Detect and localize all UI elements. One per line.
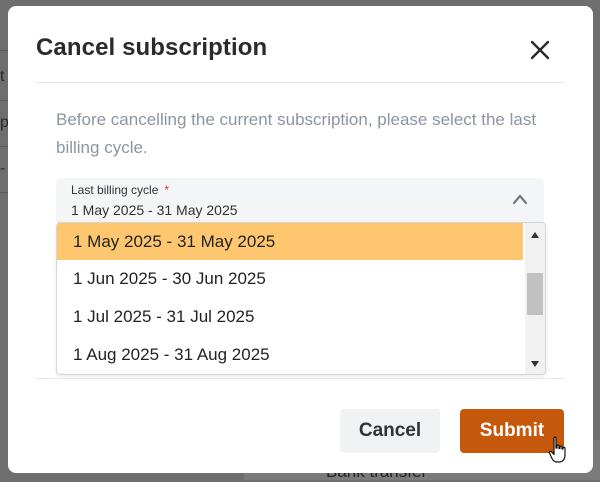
cancel-button[interactable]: Cancel: [340, 409, 440, 453]
cancel-subscription-dialog: Cancel subscription Before cancelling th…: [8, 6, 593, 473]
background-divider: [0, 146, 8, 147]
select-label: Last billing cycle: [71, 183, 159, 197]
hand-pointer-cursor-icon: [548, 436, 566, 463]
dialog-header: Cancel subscription: [8, 6, 593, 82]
select-value: 1 May 2025 - 31 May 2025: [71, 202, 238, 218]
required-mark: *: [164, 183, 170, 197]
background-divider: [0, 192, 8, 193]
billing-cycle-dropdown: 1 May 2025 - 31 May 2025 1 Jun 2025 - 30…: [56, 222, 546, 375]
footer-divider: [36, 378, 565, 379]
header-divider: [36, 82, 565, 83]
background-divider: [0, 50, 8, 51]
dialog-title: Cancel subscription: [36, 34, 268, 61]
select-label-row: Last billing cycle *: [71, 183, 169, 197]
dropdown-scrollbar[interactable]: [525, 223, 545, 374]
close-button[interactable]: [526, 36, 554, 64]
scrollbar-thumb[interactable]: [527, 273, 543, 315]
dropdown-option[interactable]: 1 May 2025 - 31 May 2025: [57, 223, 523, 260]
dropdown-option[interactable]: 1 Aug 2025 - 31 Aug 2025: [57, 336, 523, 373]
background-text-fragment: t: [0, 68, 5, 85]
dropdown-option[interactable]: 1 Jul 2025 - 31 Jul 2025: [57, 298, 523, 335]
background-text-fragment: -: [0, 160, 6, 177]
scroll-down-arrow-icon[interactable]: [530, 359, 540, 369]
billing-cycle-select[interactable]: Last billing cycle * 1 May 2025 - 31 May …: [56, 178, 544, 224]
dropdown-option[interactable]: 1 Jun 2025 - 30 Jun 2025: [57, 260, 523, 297]
close-icon: [530, 40, 550, 60]
scroll-up-arrow-icon[interactable]: [530, 230, 540, 240]
dialog-description: Before cancelling the current subscripti…: [56, 110, 537, 157]
chevron-up-icon[interactable]: [512, 193, 528, 205]
background-divider: [0, 100, 8, 101]
